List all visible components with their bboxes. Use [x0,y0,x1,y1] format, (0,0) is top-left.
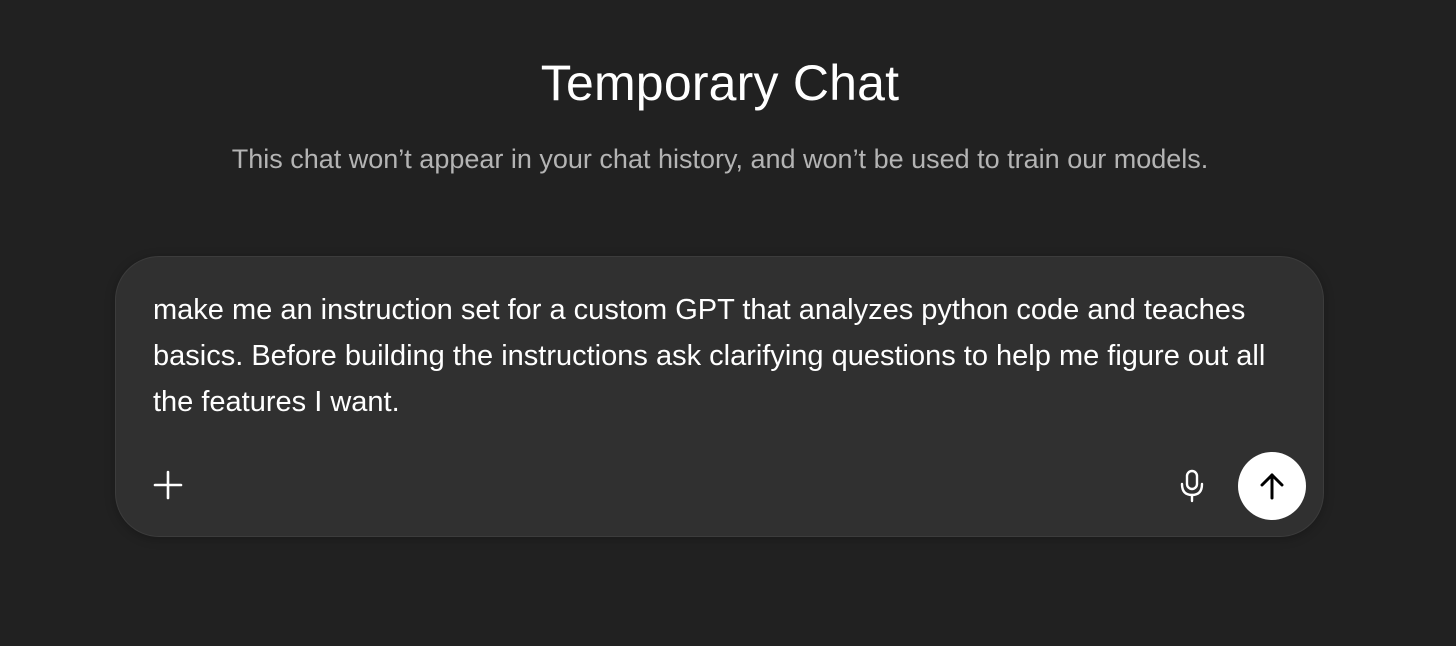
send-button[interactable] [1238,452,1306,520]
plus-icon [153,470,183,500]
microphone-icon [1180,469,1204,503]
page-subtitle: This chat won’t appear in your chat hist… [231,144,1209,174]
message-composer[interactable]: make me an instruction set for a custom … [115,256,1324,537]
message-input[interactable]: make me an instruction set for a custom … [153,287,1293,425]
temporary-chat-page: Temporary Chat This chat won’t appear in… [0,0,1456,646]
arrow-up-icon [1260,473,1284,500]
attach-button[interactable] [148,465,188,505]
page-title: Temporary Chat [540,55,900,111]
voice-input-button[interactable] [1171,465,1213,507]
